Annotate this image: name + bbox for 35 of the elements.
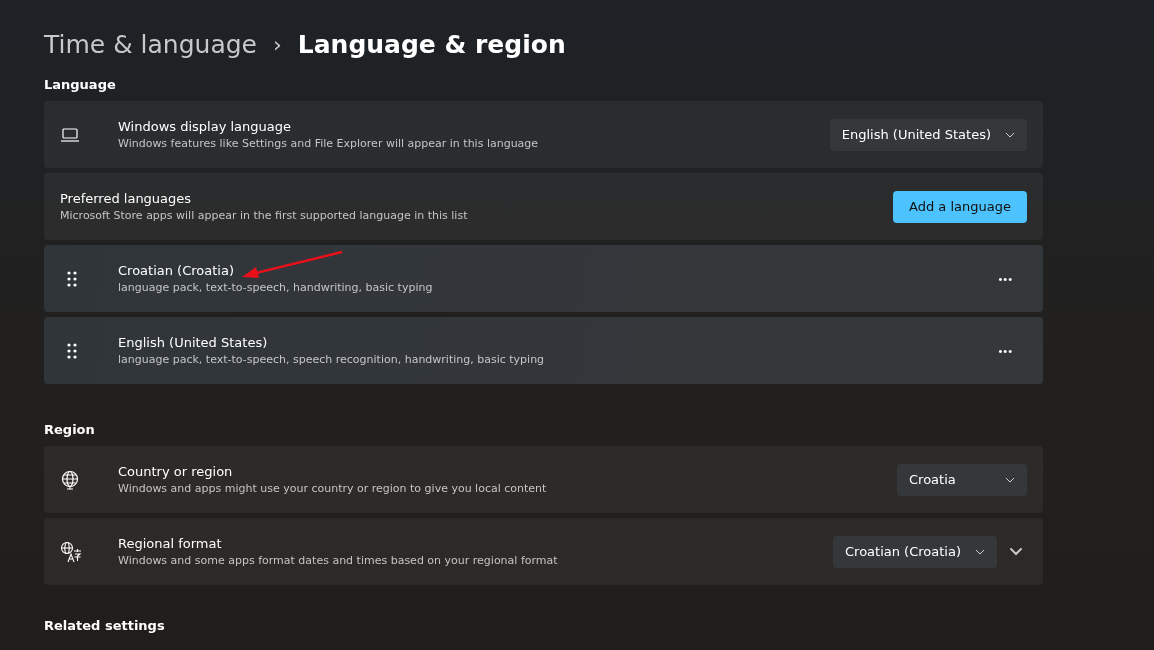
section-heading: Related settings	[44, 618, 166, 633]
language-list-item[interactable]: English (United States) language pack, text-to-speech, speech recognition, handwriting, basic typing •••	[44, 317, 1043, 384]
drag-handle-icon[interactable]	[66, 341, 78, 360]
dropdown[interactable]: English (United States)	[829, 118, 1027, 151]
globe-icon	[60, 469, 80, 490]
breadcrumb-parent-link[interactable]: Time & language	[44, 30, 257, 59]
dropdown[interactable]: Croatia	[897, 463, 1027, 496]
regional-format-icon	[60, 540, 82, 563]
setting-title: Regional format	[118, 536, 223, 551]
setting-description: Windows and some apps format dates and times based on your regional format	[118, 554, 559, 567]
setting-description: language pack, text-to-speech, handwriting, basic typing	[118, 281, 434, 294]
laptop-icon	[60, 126, 80, 143]
page-title: Language & region	[297, 30, 566, 59]
drag-handle-icon[interactable]	[66, 269, 78, 288]
setting-title: English (United States)	[118, 335, 269, 350]
setting-description: Windows features like Settings and File Explorer will appear in this language	[118, 137, 540, 150]
setting-title: Croatian (Croatia)	[118, 263, 235, 278]
more-options-button[interactable]: •••	[990, 340, 1021, 361]
setting-description: Microsoft Store apps will appear in the first supported language in this list	[60, 209, 469, 222]
section-heading: Region	[44, 422, 96, 437]
language-list-item[interactable]: Croatian (Croatia) language pack, text-to-speech, handwriting, basic typing •••	[44, 245, 1043, 312]
chevron-down-icon	[1005, 131, 1015, 138]
section-heading: Language	[44, 77, 117, 92]
setting-description: Windows and apps might use your country or region to give you local content	[118, 482, 548, 495]
setting-description: language pack, text-to-speech, speech recognition, handwriting, basic typing	[118, 353, 546, 366]
chevron-down-icon	[1005, 476, 1015, 483]
more-options-button[interactable]: •••	[990, 268, 1021, 289]
chevron-down-icon	[975, 548, 985, 555]
setting-title: Country or region	[118, 464, 234, 479]
chevron-down-icon	[1009, 547, 1023, 556]
setting-title: Preferred languages	[60, 191, 193, 206]
dropdown[interactable]: Croatian (Croatia)	[833, 535, 997, 568]
setting-title: Windows display language	[118, 119, 292, 134]
breadcrumb-separator: ›	[272, 32, 282, 57]
add-language-button[interactable]: Add a language	[893, 190, 1027, 223]
